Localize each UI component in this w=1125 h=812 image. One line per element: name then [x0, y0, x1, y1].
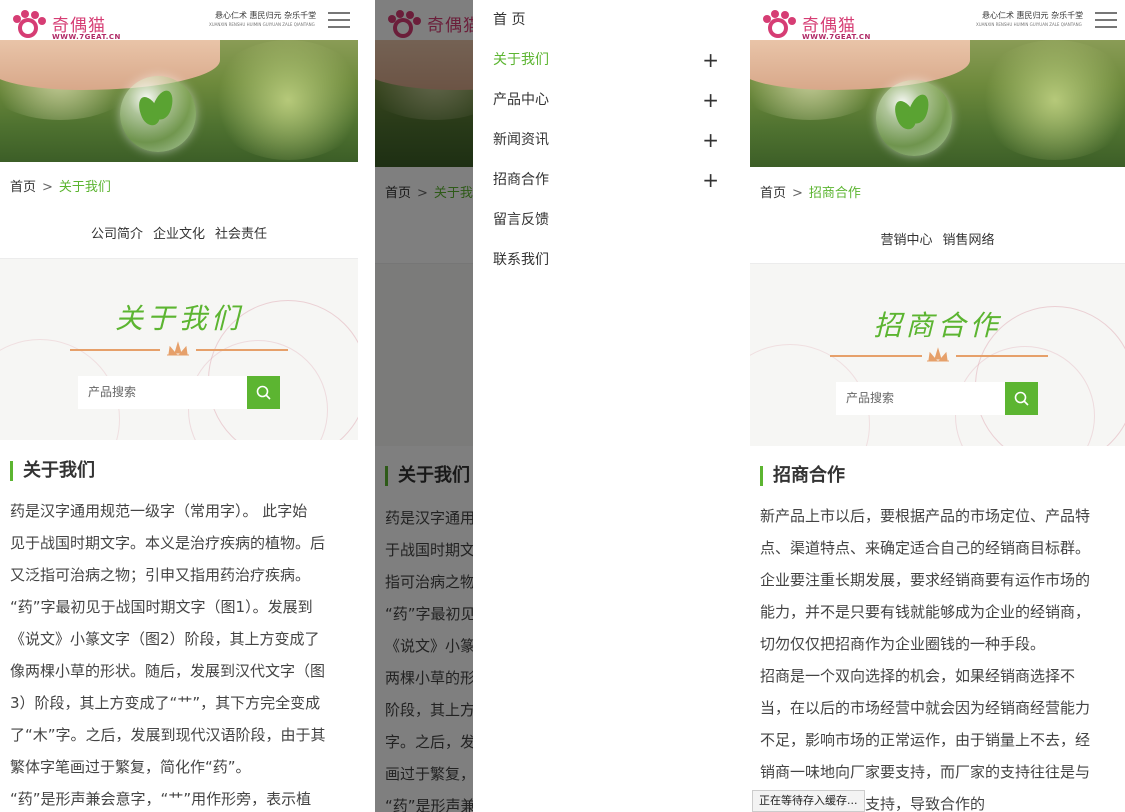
article-line: 当，在以后的市场经营中就会因为经销商经营能力: [760, 699, 1091, 717]
breadcrumb: 首页 > 关于我们: [10, 180, 111, 195]
screen-about: 奇偶猫 WWW.7GEAT.CN 悬心仁术 惠民归元 杂乐千堂 XUANXIN …: [0, 0, 358, 812]
breadcrumb-current[interactable]: 招商合作: [809, 186, 861, 201]
ornament-line-right: [956, 355, 1048, 357]
banner-image: [0, 40, 358, 162]
header: 奇偶猫 WWW.7GEAT.CN 悬心仁术 惠民归元 杂乐千堂 XUANXIN …: [0, 0, 358, 41]
search-input[interactable]: 产品搜索: [836, 382, 1005, 415]
subnav-responsibility[interactable]: 社会责任: [215, 227, 267, 242]
breadcrumb-home[interactable]: 首页: [760, 186, 786, 201]
article-line: 企业要注重长期发展，要求经销商要有运作市场的: [760, 571, 1091, 589]
sub-navigation: 营销中心 销售网络: [750, 229, 1125, 248]
article-line: 见于战国时期文字。本义是治疗疾病的植物。后: [10, 534, 326, 552]
article-body: 新产品上市以后，要根据产品的市场定位、产品特 点、渠道特点、来确定适合自己的经销…: [760, 500, 1120, 812]
slogan-sub: XUANXIN RENSHU HUIMIN GUIYUAN ZALE QIANT…: [209, 22, 315, 27]
cat-paw-logo-icon: [13, 10, 46, 38]
screen-menu-open: 奇偶猫 首页>关于我 关于我们 药是汉字通用 于战国时期文 指可治病之物 “药”…: [375, 0, 733, 812]
article-line: “药”是形声兼会意字，“艹”用作形旁，表示植: [10, 790, 312, 808]
nav-item-news[interactable]: 新闻资讯 +: [493, 120, 719, 160]
site-logo[interactable]: 奇偶猫 WWW.7GEAT.CN: [8, 8, 128, 41]
article-line: 点、渠道特点、来确定适合自己的经销商目标群。: [760, 539, 1091, 557]
lotus-flower-icon: [167, 341, 189, 356]
site-logo[interactable]: 奇偶猫 WWW.7GEAT.CN: [758, 8, 878, 41]
article-line: 不足，影响市场的正常运作，由于销量上不去，经: [760, 731, 1091, 749]
search-icon: [1014, 391, 1029, 406]
article-line: 切勿仅仅把招商作为企业圈钱的一种手段。: [760, 635, 1046, 653]
slogan: 悬心仁术 惠民归元 杂乐千堂: [982, 11, 1084, 20]
article-line: 3）阶段，其上方变成了“艹”，其下方完全变成: [10, 694, 321, 712]
article-line: “药”字最初见于战国时期文字（图1）。发展到: [10, 598, 313, 616]
hero-section: 关于我们 产品搜索: [0, 258, 358, 440]
subnav-marketing-center[interactable]: 营销中心: [880, 233, 932, 248]
article-line: 招商是一个双向选择的机会，如果经销商选择不: [760, 667, 1076, 685]
search-button[interactable]: [247, 376, 280, 409]
article-line: 药是汉字通用规范一级字（常用字）。 此字始: [10, 502, 308, 520]
article-line: 繁体字笔画过于繁复，简化作“药”。: [10, 758, 251, 776]
article-title: 招商合作: [760, 466, 845, 486]
nav-item-contact[interactable]: 联系我们: [493, 240, 719, 280]
nav-item-about[interactable]: 关于我们 +: [493, 40, 719, 80]
subnav-culture[interactable]: 企业文化: [153, 227, 205, 242]
hero-title: 招商合作: [873, 309, 1002, 342]
hero-section: 招商合作 产品搜索: [750, 263, 1125, 446]
product-search: 产品搜索: [78, 376, 280, 409]
breadcrumb: 首页 > 招商合作: [760, 186, 861, 201]
article-line: 新产品上市以后，要根据产品的市场定位、产品特: [760, 507, 1091, 525]
expand-plus-icon[interactable]: +: [702, 160, 719, 200]
expand-plus-icon[interactable]: +: [702, 40, 719, 80]
lotus-flower-icon: [927, 347, 949, 362]
subnav-company-intro[interactable]: 公司简介: [91, 227, 143, 242]
hamburger-menu-icon[interactable]: [328, 12, 350, 28]
subnav-sales-network[interactable]: 销售网络: [943, 233, 995, 248]
sub-navigation: 公司简介 企业文化 社会责任: [0, 223, 358, 242]
nav-item-feedback[interactable]: 留言反馈: [493, 200, 719, 240]
expand-plus-icon[interactable]: +: [702, 120, 719, 160]
hero-title: 关于我们: [114, 302, 243, 335]
article-line: 销商一味地向厂家要支持，而厂家的支持往往是与: [760, 763, 1091, 781]
nav-item-investment[interactable]: 招商合作 +: [493, 160, 719, 200]
brand-url: WWW.7GEAT.CN: [52, 33, 121, 41]
hamburger-menu-icon[interactable]: [1095, 12, 1117, 28]
search-button[interactable]: [1005, 382, 1038, 415]
ornament-line-right: [196, 349, 288, 351]
nav-drawer: 首 页 关于我们 + 产品中心 + 新闻资讯 + 招商合作 + 留言反馈 联系我们: [473, 0, 733, 812]
banner-image: [750, 40, 1125, 167]
expand-plus-icon[interactable]: +: [702, 80, 719, 120]
article-line: 能力，并不是只要有钱就能够成为企业的经销商，: [760, 603, 1091, 621]
article-line: 像两棵小草的形状。随后，发展到汉代文字（图: [10, 662, 326, 680]
article-body: 药是汉字通用规范一级字（常用字）。 此字始 见于战国时期文字。本义是治疗疾病的植…: [10, 495, 355, 812]
article-title: 关于我们: [10, 461, 95, 481]
nav-item-products[interactable]: 产品中心 +: [493, 80, 719, 120]
slogan: 悬心仁术 惠民归元 杂乐千堂: [215, 11, 317, 20]
article-line: 了“木”字。之后，发展到现代汉语阶段，由于其: [10, 726, 326, 744]
search-icon: [256, 385, 271, 400]
search-input[interactable]: 产品搜索: [78, 376, 247, 409]
header: 奇偶猫 WWW.7GEAT.CN 悬心仁术 惠民归元 杂乐千堂 XUANXIN …: [750, 0, 1125, 41]
screen-investment: 奇偶猫 WWW.7GEAT.CN 悬心仁术 惠民归元 杂乐千堂 XUANXIN …: [750, 0, 1125, 812]
slogan-sub: XUANXIN RENSHU HUIMIN GUIYUAN ZALE QIANT…: [976, 22, 1082, 27]
browser-status-bar: 正在等待存入缓存...: [752, 790, 865, 812]
product-search: 产品搜索: [836, 382, 1038, 415]
ornament-line-left: [70, 349, 160, 351]
nav-item-home[interactable]: 首 页: [493, 0, 719, 40]
article-line: 《说文》小篆文字（图2）阶段，其上方变成了: [10, 630, 320, 648]
brand-url: WWW.7GEAT.CN: [802, 33, 871, 41]
cat-paw-logo-icon: [763, 10, 796, 38]
breadcrumb-current[interactable]: 关于我们: [59, 180, 111, 195]
breadcrumb-home[interactable]: 首页: [10, 180, 36, 195]
ornament-line-left: [830, 355, 922, 357]
article-line: 又泛指可治病之物；引申又指用药治疗疾病。: [10, 566, 311, 584]
